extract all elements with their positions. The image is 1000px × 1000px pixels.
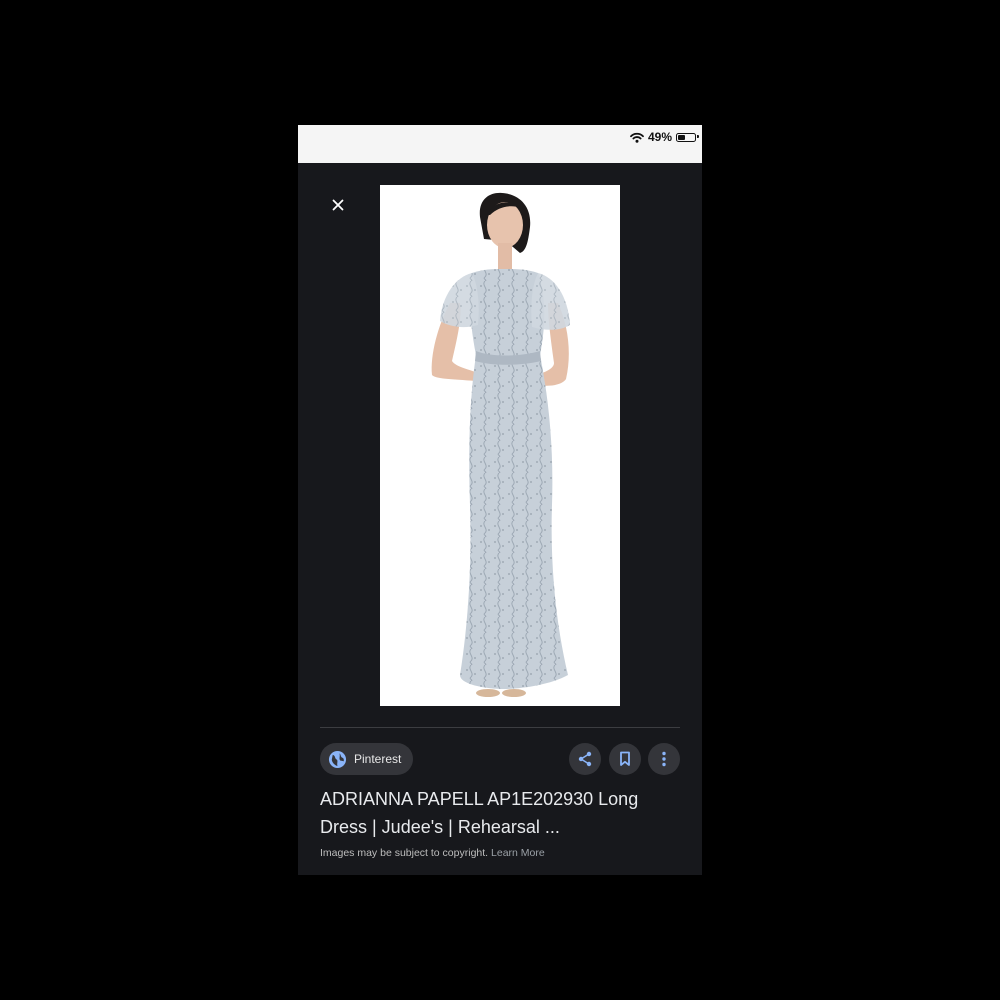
- product-image[interactable]: [380, 185, 620, 706]
- image-viewer-screen: 49% Pinterest ADRIANNA PAPELL AP1E202930…: [298, 125, 702, 875]
- bookmark-icon: [620, 751, 630, 766]
- share-icon: [578, 751, 592, 767]
- dress-model-illustration: [431, 192, 570, 697]
- learn-more-link[interactable]: Learn More: [491, 847, 545, 859]
- source-label: Pinterest: [354, 752, 402, 766]
- close-icon: [332, 199, 344, 211]
- status-indicators: 49%: [630, 128, 699, 146]
- result-title-link[interactable]: ADRIANNA PAPELL AP1E202930 Long Dress | …: [320, 785, 680, 841]
- divider: [320, 727, 680, 728]
- battery-level: [678, 134, 685, 140]
- more-options-button[interactable]: [648, 743, 680, 775]
- more-vert-icon: [662, 751, 666, 767]
- globe-icon: [328, 750, 347, 768]
- save-button[interactable]: [609, 743, 641, 775]
- close-button[interactable]: [324, 191, 352, 219]
- battery-icon: [676, 132, 699, 142]
- battery-percentage: 49%: [647, 130, 672, 144]
- wifi-icon: [630, 132, 644, 143]
- share-button[interactable]: [569, 743, 601, 775]
- source-chip[interactable]: Pinterest: [320, 743, 414, 775]
- copyright-text: Images may be subject to copyright.: [320, 847, 489, 859]
- copyright-notice: Images may be subject to copyright. Lear…: [320, 847, 545, 859]
- status-bar: 49%: [298, 125, 702, 163]
